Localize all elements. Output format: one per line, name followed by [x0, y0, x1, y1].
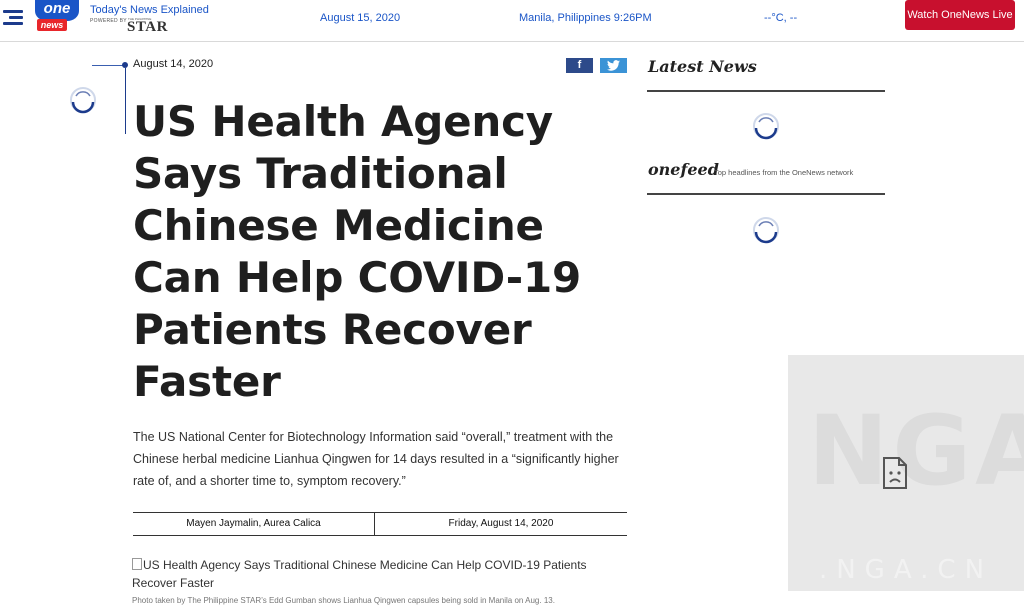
onefeed-title[interactable]: onefeed — [648, 160, 719, 179]
sidebar-divider — [647, 90, 885, 92]
spinner-icon — [753, 217, 779, 244]
powered-by-label: POWERED BY — [90, 18, 127, 24]
site-tagline: Today's News Explained — [90, 4, 209, 16]
header-location-time: Manila, Philippines 9:26PM — [519, 12, 652, 24]
watch-live-button[interactable]: Watch OneNews Live — [905, 0, 1015, 30]
ad-watermark-text: NGA — [808, 395, 1024, 507]
sad-document-icon — [883, 457, 907, 489]
twitter-share-button[interactable] — [600, 58, 627, 73]
logo-one-text: one — [35, 0, 79, 21]
byline-date: Friday, August 14, 2020 — [448, 518, 554, 529]
header-date: August 15, 2020 — [320, 12, 401, 24]
facebook-icon: f — [577, 59, 582, 71]
timeline-line — [125, 68, 126, 134]
onefeed-subtitle: Top headlines from the OneNews network — [714, 168, 854, 177]
broken-image-icon — [132, 558, 142, 570]
philstar-logo[interactable]: STAR — [127, 19, 168, 36]
top-header: one news Today's News Explained POWERED … — [0, 0, 1024, 42]
article-headline: US Health Agency Says Traditional Chines… — [133, 97, 582, 406]
menu-icon[interactable] — [3, 8, 25, 26]
article-image: US Health Agency Says Traditional Chines… — [132, 556, 632, 592]
article-date: August 14, 2020 — [133, 58, 214, 70]
twitter-icon — [607, 60, 620, 71]
latest-news-title[interactable]: Latest News — [648, 57, 757, 76]
spinner-icon — [753, 113, 779, 140]
byline-authors[interactable]: Mayen Jaymalin, Aurea Calica — [133, 513, 375, 535]
article-image-alt-text: US Health Agency Says Traditional Chines… — [132, 558, 587, 590]
byline: Mayen Jaymalin, Aurea Calica Friday, Aug… — [133, 512, 627, 536]
facebook-share-button[interactable]: f — [566, 58, 593, 73]
article-lede: The US National Center for Biotechnology… — [133, 430, 619, 488]
onenews-logo[interactable]: one news — [35, 0, 81, 32]
image-caption: Photo taken by The Philippine STAR’s Edd… — [132, 596, 555, 605]
spinner-icon — [70, 87, 96, 114]
ad-placeholder[interactable]: NGA .NGA.CN — [788, 355, 1024, 591]
logo-news-text: news — [37, 19, 67, 31]
ad-watermark-url: .NGA.CN — [818, 555, 994, 585]
sidebar-divider — [647, 193, 885, 195]
header-weather: --°C, -- — [764, 12, 798, 24]
timeline-connector — [92, 65, 124, 66]
